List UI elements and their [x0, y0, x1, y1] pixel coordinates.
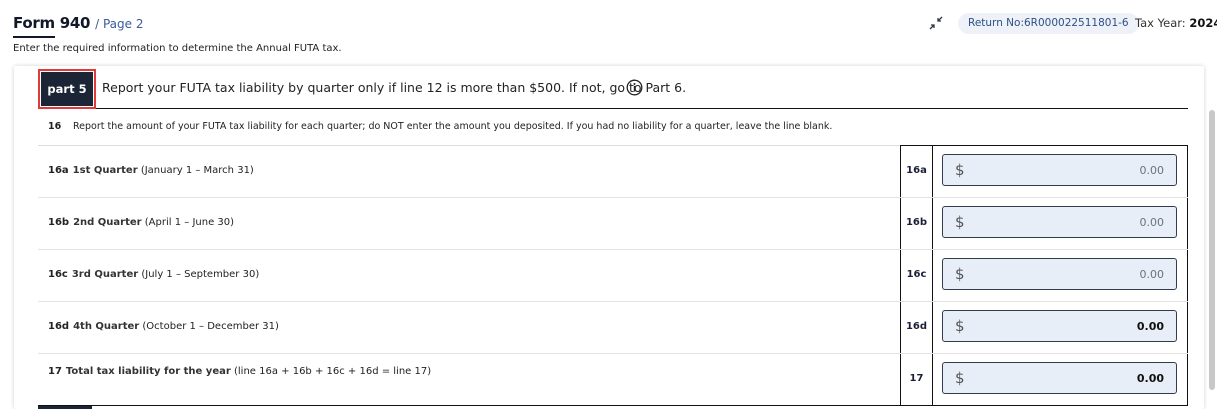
collapse-arrows-icon[interactable]	[929, 16, 943, 30]
line-number: 16	[48, 121, 62, 132]
line-code-cell: 16b	[900, 198, 933, 249]
line-16-instruction: 16 Report the amount of your FUTA tax li…	[38, 110, 1188, 146]
page-header: Form 940 / Page 2 Enter the required inf…	[0, 0, 1217, 64]
page-label: / Page 2	[95, 17, 144, 31]
dollar-sign: $	[955, 161, 965, 179]
row-range: (October 1 – December 31)	[142, 321, 279, 332]
row-16c: 16c 3rd Quarter (July 1 – September 30) 1…	[38, 250, 1188, 302]
line-code-cell: 17	[900, 354, 933, 406]
row-name: Total tax liability for the year	[65, 366, 231, 377]
info-icon[interactable]	[626, 79, 643, 96]
amount-input-16d: $ 0.00	[942, 310, 1177, 342]
amount-value: 0.00	[1136, 371, 1164, 385]
dollar-sign: $	[955, 369, 965, 387]
tax-year: Tax Year: 2024	[1135, 16, 1217, 30]
amount-value: 0.00	[1136, 319, 1164, 333]
part-header: part 5 Report your FUTA tax liability by…	[38, 69, 1188, 109]
part-badge: part 5	[41, 72, 93, 106]
row-code: 16d	[48, 321, 70, 332]
row-code: 16b	[48, 217, 70, 228]
part-instruction: Report your FUTA tax liability by quarte…	[102, 80, 687, 95]
amount-cell: $ 0.00	[933, 354, 1188, 406]
line-text: Report the amount of your FUTA tax liabi…	[73, 121, 833, 132]
form-title: Form 940	[13, 14, 91, 32]
amount-input-17: $ 0.00	[942, 362, 1177, 394]
page-subtitle: Enter the required information to determ…	[13, 43, 342, 54]
amount-cell: $ 0.00	[933, 198, 1188, 249]
row-16d: 16d 4th Quarter (October 1 – December 31)…	[38, 302, 1188, 354]
row-code: 16a	[48, 165, 69, 176]
dollar-sign: $	[955, 317, 965, 335]
row-name: 1st Quarter	[72, 165, 138, 176]
row-range: (January 1 – March 31)	[140, 165, 254, 176]
tax-year-value: 2024	[1189, 16, 1217, 30]
amount-cell: $ 0.00	[933, 250, 1188, 301]
dollar-sign: $	[955, 265, 965, 283]
row-range: (line 16a + 16b + 16c + 16d = line 17)	[233, 366, 432, 377]
title-underline	[13, 36, 55, 38]
amount-cell: $ 0.00	[933, 146, 1188, 197]
line-code-cell: 16d	[900, 302, 933, 353]
row-name: 2nd Quarter	[73, 217, 142, 228]
row-code: 17	[48, 366, 62, 377]
row-range: (July 1 – September 30)	[141, 269, 260, 280]
line-code-cell: 16a	[900, 146, 933, 197]
row-label: 16c 3rd Quarter (July 1 – September 30)	[48, 269, 259, 280]
grid-bottom-border	[38, 405, 1188, 406]
amount-input-16c[interactable]: $ 0.00	[942, 258, 1177, 290]
row-label: 16a 1st Quarter (January 1 – March 31)	[48, 165, 254, 176]
row-name: 4th Quarter	[73, 321, 140, 332]
row-16a: 16a 1st Quarter (January 1 – March 31) 16…	[38, 146, 1188, 198]
amount-cell: $ 0.00	[933, 302, 1188, 353]
row-name: 3rd Quarter	[71, 269, 139, 280]
return-number-badge: Return No:6R000022511801-6	[958, 13, 1139, 34]
row-label: 16d 4th Quarter (October 1 – December 31)	[48, 321, 279, 332]
row-range: (April 1 – June 30)	[144, 217, 235, 228]
amount-input-16b[interactable]: $ 0.00	[942, 206, 1177, 238]
dollar-sign: $	[955, 213, 965, 231]
amount-input-16a[interactable]: $ 0.00	[942, 154, 1177, 186]
row-16b: 16b 2nd Quarter (April 1 – June 30) 16b $…	[38, 198, 1188, 250]
row-17: 17 Total tax liability for the year (line…	[38, 354, 1188, 406]
row-code: 16c	[48, 269, 68, 280]
scrollbar[interactable]	[1209, 110, 1215, 390]
amount-value: 0.00	[1139, 267, 1165, 281]
line-code-cell: 16c	[900, 250, 933, 301]
row-label: 17 Total tax liability for the year (line…	[48, 366, 431, 377]
amount-value: 0.00	[1139, 215, 1165, 229]
amount-value: 0.00	[1139, 163, 1165, 177]
tax-year-label: Tax Year:	[1135, 16, 1186, 30]
row-label: 16b 2nd Quarter (April 1 – June 30)	[48, 217, 234, 228]
title-group: Form 940 / Page 2	[13, 14, 143, 32]
